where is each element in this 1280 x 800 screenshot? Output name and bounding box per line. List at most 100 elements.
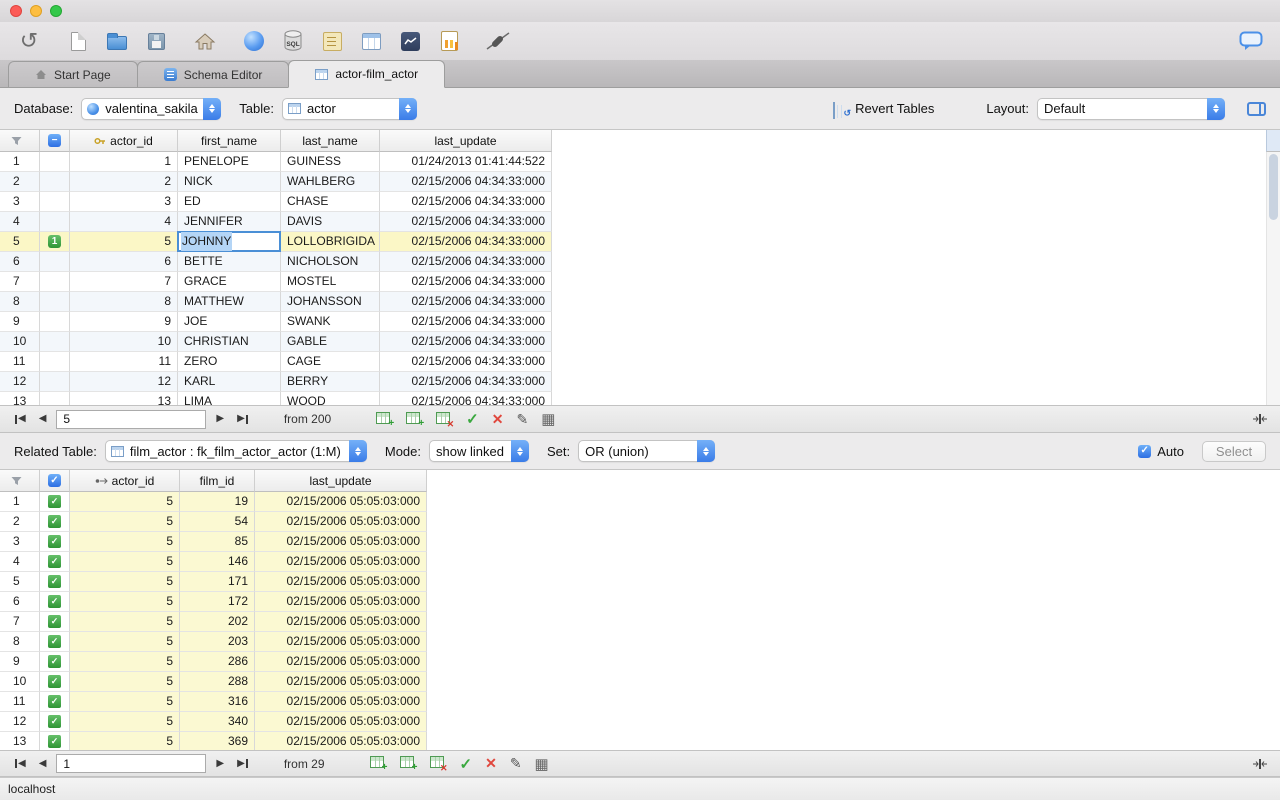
row-number-cell[interactable]: 8 <box>0 292 40 312</box>
row-number-cell[interactable]: 10 <box>0 332 40 352</box>
grid-cell[interactable]: 13 <box>70 392 178 405</box>
grid-cell[interactable]: 12 <box>70 372 178 392</box>
row-checkbox-cell[interactable] <box>40 152 70 172</box>
row-number-cell[interactable]: 12 <box>0 712 40 732</box>
row-checkbox-cell[interactable]: ✓ <box>40 692 70 712</box>
next-record-button[interactable]: ▶ <box>213 759 227 769</box>
grid-view-icon[interactable]: ▦ <box>535 755 549 773</box>
grid-cell[interactable]: 02/15/2006 04:34:33:000 <box>380 252 552 272</box>
splitter-icon[interactable] <box>1252 413 1268 425</box>
grid-cell[interactable]: 5 <box>70 532 180 552</box>
table-row[interactable]: 11✓531602/15/2006 05:05:03:000 <box>0 692 1280 712</box>
table-row[interactable]: 88MATTHEWJOHANSSON02/15/2006 04:34:33:00… <box>0 292 1280 312</box>
set-select[interactable]: OR (union) <box>578 440 715 462</box>
record-number-input[interactable] <box>56 754 206 773</box>
grid-cell[interactable]: CHRISTIAN <box>178 332 281 352</box>
table-row[interactable]: 99JOESWANK02/15/2006 04:34:33:000 <box>0 312 1280 332</box>
row-number-cell[interactable]: 11 <box>0 692 40 712</box>
grid-cell[interactable]: NICHOLSON <box>281 252 380 272</box>
grid-cell[interactable]: 85 <box>180 532 255 552</box>
row-number-cell[interactable]: 1 <box>0 492 40 512</box>
grid-cell[interactable]: 5 <box>70 652 180 672</box>
table-select[interactable]: actor <box>282 98 417 120</box>
next-record-button[interactable]: ▶ <box>213 414 227 424</box>
table-row[interactable]: 4✓514602/15/2006 05:05:03:000 <box>0 552 1280 572</box>
grid-cell[interactable]: BETTE <box>178 252 281 272</box>
grid-cell[interactable]: CAGE <box>281 352 380 372</box>
grid-cell[interactable]: 02/15/2006 04:34:33:000 <box>380 332 552 352</box>
grid-cell[interactable]: 02/15/2006 04:34:33:000 <box>380 192 552 212</box>
previous-record-button[interactable]: ◀ <box>36 414 50 424</box>
row-checkbox-cell[interactable]: ✓ <box>40 612 70 632</box>
last-record-button[interactable]: ▶ <box>234 414 251 424</box>
row-checkbox-cell[interactable]: ✓ <box>40 532 70 552</box>
table-row[interactable]: 1212KARLBERRY02/15/2006 04:34:33:000 <box>0 372 1280 392</box>
undo-button[interactable]: ↺ <box>14 26 44 56</box>
tab-start-page[interactable]: Start Page <box>8 61 138 87</box>
tab-schema-editor[interactable]: Schema Editor <box>137 61 290 87</box>
row-number-cell[interactable]: 5 <box>0 232 40 252</box>
grid-cell[interactable]: GRACE <box>178 272 281 292</box>
grid-cell[interactable]: JENNIFER <box>178 212 281 232</box>
grid-cell[interactable]: 02/15/2006 05:05:03:000 <box>255 672 427 692</box>
grid-cell[interactable]: 02/15/2006 05:05:03:000 <box>255 652 427 672</box>
row-checkbox-cell[interactable] <box>40 252 70 272</box>
row-number-cell[interactable]: 7 <box>0 612 40 632</box>
grid-cell[interactable]: 6 <box>70 252 178 272</box>
minimize-window-button[interactable] <box>30 5 42 17</box>
grid-cell[interactable]: 02/15/2006 04:34:33:000 <box>380 392 552 405</box>
row-checkbox-cell[interactable] <box>40 292 70 312</box>
report-button[interactable] <box>434 26 464 56</box>
row-number-cell[interactable]: 4 <box>0 212 40 232</box>
grid-cell[interactable]: WAHLBERG <box>281 172 380 192</box>
grid-cell[interactable]: 171 <box>180 572 255 592</box>
table-row[interactable]: 9✓528602/15/2006 05:05:03:000 <box>0 652 1280 672</box>
grid-cell[interactable]: LOLLOBRIGIDA <box>281 232 380 252</box>
grid-cell[interactable]: 02/15/2006 04:34:33:000 <box>380 352 552 372</box>
record-number-input[interactable] <box>56 410 206 429</box>
grid-cell[interactable]: GABLE <box>281 332 380 352</box>
filter-header-cell[interactable] <box>0 130 40 152</box>
table-row[interactable]: 7✓520202/15/2006 05:05:03:000 <box>0 612 1280 632</box>
row-number-cell[interactable]: 6 <box>0 252 40 272</box>
row-checkbox-cell[interactable] <box>40 392 70 405</box>
grid-cell[interactable]: PENELOPE <box>178 152 281 172</box>
grid-cell[interactable]: ED <box>178 192 281 212</box>
row-checkbox-cell[interactable] <box>40 352 70 372</box>
diagram-button[interactable] <box>317 26 347 56</box>
row-number-cell[interactable]: 9 <box>0 312 40 332</box>
table-row[interactable]: 1313LIMAWOOD02/15/2006 04:34:33:000 <box>0 392 1280 405</box>
linked-checkbox-icon[interactable]: ✓ <box>48 715 61 728</box>
open-button[interactable] <box>102 26 132 56</box>
first-record-button[interactable]: ◀ <box>12 414 29 424</box>
row-checkbox-cell[interactable] <box>40 172 70 192</box>
home-button[interactable] <box>190 26 220 56</box>
row-number-cell[interactable]: 13 <box>0 732 40 750</box>
table-row[interactable]: 13✓536902/15/2006 05:05:03:000 <box>0 732 1280 750</box>
grid-cell[interactable]: 02/15/2006 05:05:03:000 <box>255 552 427 572</box>
new-document-button[interactable] <box>63 26 93 56</box>
grid-cell[interactable]: BERRY <box>281 372 380 392</box>
grid-cell[interactable]: SWANK <box>281 312 380 332</box>
grid-cell[interactable]: 5 <box>70 512 180 532</box>
grid-cell[interactable]: 02/15/2006 04:34:33:000 <box>380 372 552 392</box>
grid-cell[interactable]: LIMA <box>178 392 281 405</box>
grid-cell[interactable]: 1 <box>70 152 178 172</box>
select-all-checkbox[interactable]: ✓ <box>40 470 70 492</box>
grid-cell[interactable]: 5 <box>70 672 180 692</box>
last-record-button[interactable]: ▶ <box>234 759 251 769</box>
row-checkbox-cell[interactable] <box>40 312 70 332</box>
grid-cell[interactable]: 316 <box>180 692 255 712</box>
row-checkbox-cell[interactable]: ✓ <box>40 672 70 692</box>
grid-cell[interactable]: 7 <box>70 272 178 292</box>
grid-cell[interactable]: 02/15/2006 04:34:33:000 <box>380 172 552 192</box>
grid-cell[interactable]: 203 <box>180 632 255 652</box>
row-checkbox-cell[interactable] <box>40 272 70 292</box>
table-row[interactable]: 10✓528802/15/2006 05:05:03:000 <box>0 672 1280 692</box>
row-checkbox-cell[interactable]: ✓ <box>40 652 70 672</box>
grid-cell[interactable]: 172 <box>180 592 255 612</box>
grid-cell[interactable]: JOHNNY <box>178 232 281 252</box>
grid-cell[interactable]: 5 <box>70 572 180 592</box>
column-header-actor-id[interactable]: actor_id <box>70 470 180 492</box>
auto-checkbox[interactable]: ✓ Auto <box>1138 444 1184 459</box>
